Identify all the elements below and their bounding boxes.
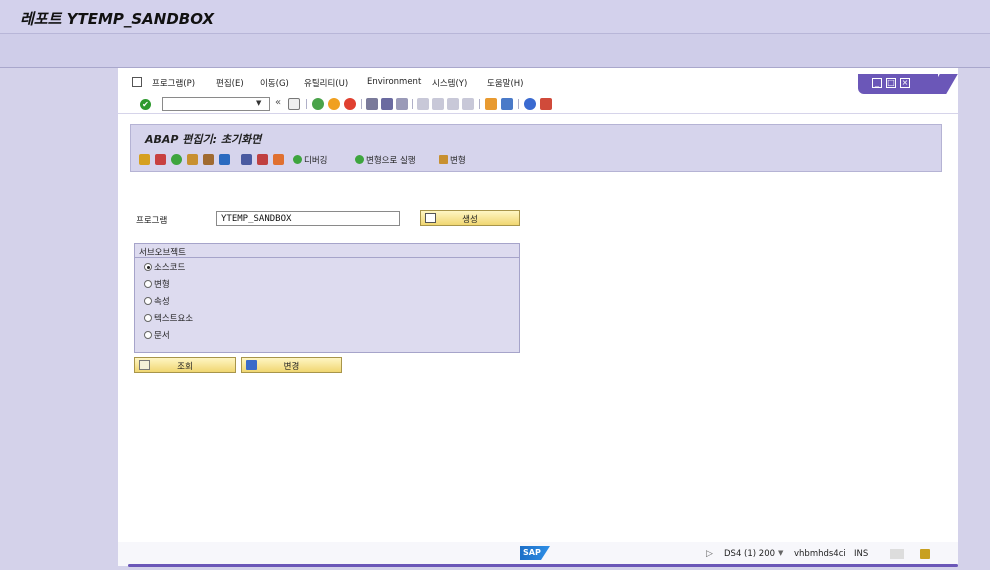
radio-dot [144,297,152,305]
menu-edit[interactable]: 편집(E) [216,77,244,89]
window-controls-tail [928,74,958,94]
subobjects-group: 서브오브젝트 소스코드 변형 속성 텍스트요소 문서 [134,243,520,353]
toolbar-separator [306,99,307,109]
toolbar-separator [479,99,480,109]
customize-layout-icon[interactable] [540,98,552,110]
screen-header: ABAP 편집기: 초기화면 디버깅 변형으로 실행 변형 [130,124,942,172]
rename-icon[interactable] [273,154,284,165]
display-button-label: 조회 [177,362,193,372]
find-icon[interactable] [381,98,393,110]
variant-button[interactable]: 변형 [439,154,466,166]
radio-attributes[interactable]: 속성 [144,295,170,307]
other-object-icon[interactable] [139,154,150,165]
radio-documentation[interactable]: 문서 [144,329,170,341]
menu-exit-icon[interactable] [132,77,142,87]
radio-label: 변형 [154,280,170,290]
menu-bar: 프로그램(P) 편집(E) 이동(G) 유틸리티(U) Environment … [118,74,958,94]
shortcut-icon[interactable] [501,98,513,110]
create-session-icon[interactable] [485,98,497,110]
status-accent-line [128,564,958,567]
lock-icon[interactable] [920,549,930,559]
radio-label: 문서 [154,331,170,341]
last-page-icon[interactable] [462,98,474,110]
program-label: 프로그램 [136,216,168,226]
find-next-icon[interactable] [396,98,408,110]
menu-program[interactable]: 프로그램(P) [152,77,195,89]
where-used-icon[interactable] [187,154,198,165]
status-system[interactable]: DS4 (1) 200 [724,549,775,559]
cancel-icon[interactable] [344,98,356,110]
standard-toolbar: ✔ ▼ « [118,94,958,114]
radio-text-elements[interactable]: 텍스트요소 [144,312,193,324]
variant-icon [439,155,448,164]
toolbar-separator [361,99,362,109]
menu-environment[interactable]: Environment [367,77,421,87]
run-with-variant-button[interactable]: 변형으로 실행 [355,154,416,166]
menu-system[interactable]: 시스템(Y) [432,77,467,89]
screen-title: ABAP 편집기: 초기화면 [145,133,262,146]
change-button[interactable]: 변경 [241,357,342,373]
status-bar: SAP ▷ DS4 (1) 200 ▼ vhbmhds4ci INS [118,542,958,566]
maximize-button[interactable]: □ [886,78,896,88]
debug-button[interactable]: 디버깅 [293,154,327,166]
info-icon[interactable] [219,154,230,165]
sap-logo: SAP [520,546,550,560]
pencil-icon[interactable] [155,154,166,165]
save-icon[interactable] [288,98,300,110]
radio-dot [144,280,152,288]
debug-label: 디버깅 [304,156,328,166]
radio-source-code[interactable]: 소스코드 [144,261,185,273]
change-button-label: 변경 [283,362,300,372]
keyboard-icon [890,549,904,559]
object-list-icon[interactable] [203,154,214,165]
prev-page-icon[interactable] [432,98,444,110]
display-button[interactable]: 조회 [134,357,236,373]
enter-icon[interactable]: ✔ [140,99,151,110]
close-button[interactable]: × [900,78,910,88]
radio-label: 속성 [154,297,170,307]
status-server: vhbmhds4ci [794,549,846,559]
toolbar-separator [412,99,413,109]
system-dropdown-chevron-icon[interactable]: ▼ [778,549,783,557]
application-toolbar: 디버깅 변형으로 실행 변형 [139,152,929,168]
menu-goto[interactable]: 이동(G) [260,77,289,89]
radio-dot [144,314,152,322]
minimize-button[interactable]: _ [872,78,882,88]
menu-help[interactable]: 도움말(H) [487,77,523,89]
check-syntax-icon[interactable] [171,154,182,165]
menu-utilities[interactable]: 유틸리티(U) [304,77,348,89]
title-ribbon [0,34,990,68]
delete-icon[interactable] [241,154,252,165]
play-icon[interactable]: ▷ [706,549,713,559]
collapse-icon[interactable]: « [275,97,281,108]
execute-icon [293,155,302,164]
print-icon[interactable] [366,98,378,110]
radio-dot [144,263,152,271]
command-history-chevron-icon[interactable]: ▼ [256,99,261,107]
window-title-bar: 레포트 YTEMP_SANDBOX [0,0,990,34]
window-controls: _ □ × [858,74,958,94]
create-button[interactable]: 생성 [420,210,520,226]
radio-dot [144,331,152,339]
toolbar-separator [518,99,519,109]
sap-gui-frame: 프로그램(P) 편집(E) 이동(G) 유틸리티(U) Environment … [118,68,958,566]
help-icon[interactable] [524,98,536,110]
radio-label: 텍스트요소 [154,314,194,324]
execute-variant-icon [355,155,364,164]
run-with-variant-label: 변형으로 실행 [366,156,416,166]
variant-label: 변형 [450,156,466,166]
group-divider [135,257,519,258]
status-mode: INS [854,549,869,559]
command-field[interactable] [162,97,270,111]
exit-icon[interactable] [328,98,340,110]
window-title: 레포트 YTEMP_SANDBOX [20,10,215,28]
program-input[interactable] [216,211,400,226]
copy-icon[interactable] [257,154,268,165]
radio-variant[interactable]: 변형 [144,278,170,290]
radio-label: 소스코드 [154,263,186,273]
back-icon[interactable] [312,98,324,110]
first-page-icon[interactable] [417,98,429,110]
create-button-label: 생성 [462,215,478,225]
next-page-icon[interactable] [447,98,459,110]
